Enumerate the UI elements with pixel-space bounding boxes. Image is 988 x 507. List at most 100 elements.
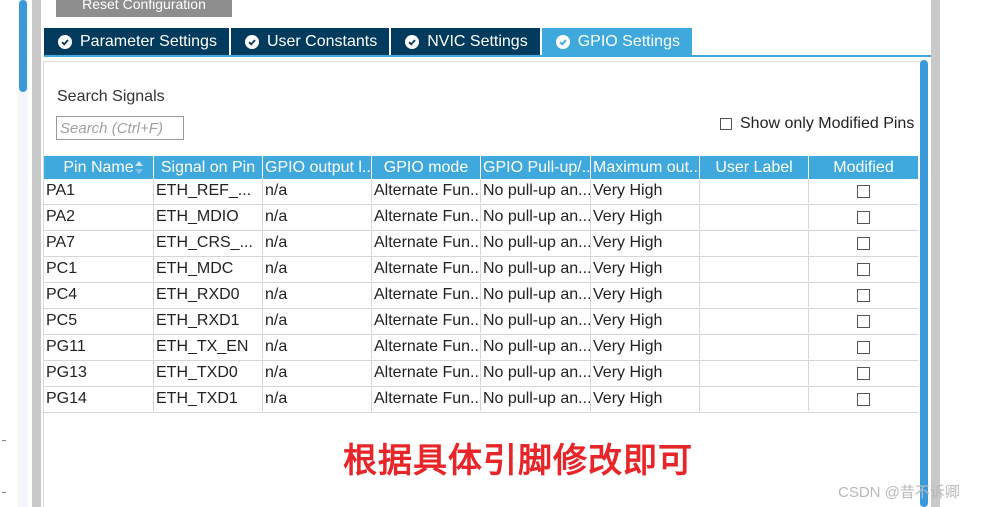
table-cell[interactable]: n/a (263, 335, 372, 359)
modified-checkbox[interactable] (857, 210, 870, 224)
modified-checkbox[interactable] (857, 288, 870, 302)
tab-user-constants[interactable]: User Constants (230, 28, 390, 55)
table-cell[interactable] (700, 335, 809, 359)
tab-gpio-settings[interactable]: GPIO Settings (541, 28, 692, 55)
table-cell[interactable]: ETH_MDIO (154, 205, 263, 229)
table-cell[interactable]: Very High (591, 257, 700, 281)
table-cell[interactable]: No pull-up an... (481, 361, 591, 385)
modified-cell[interactable] (809, 257, 918, 281)
modified-checkbox[interactable] (857, 262, 870, 276)
table-cell[interactable]: ETH_REF_... (154, 179, 263, 203)
table-cell[interactable] (700, 361, 809, 385)
table-cell[interactable] (700, 257, 809, 281)
table-cell[interactable]: PA2 (44, 205, 154, 229)
modified-checkbox[interactable] (857, 366, 870, 380)
modified-checkbox[interactable] (857, 184, 870, 198)
modified-checkbox[interactable] (857, 340, 870, 354)
table-cell[interactable]: n/a (263, 231, 372, 255)
table-cell[interactable]: PC5 (44, 309, 154, 333)
table-row[interactable]: PG13 ETH_TXD0 n/a Alternate Fun... No pull-u… (44, 361, 918, 387)
modified-cell[interactable] (809, 283, 918, 307)
table-cell[interactable]: PA1 (44, 179, 154, 203)
table-cell[interactable]: ETH_TXD1 (154, 387, 263, 411)
table-cell[interactable]: n/a (263, 387, 372, 411)
table-row[interactable]: PC1 ETH_MDC n/a Alternate Fun... No pull-up … (44, 257, 918, 283)
table-cell[interactable]: Alternate Fun... (372, 335, 481, 359)
table-row[interactable]: PC4 ETH_RXD0 n/a Alternate Fun... No pull-up… (44, 283, 918, 309)
modified-checkbox[interactable] (857, 392, 870, 406)
modified-checkbox[interactable] (857, 236, 870, 250)
column-header-pull[interactable]: GPIO Pull-up/... (481, 156, 591, 179)
table-cell[interactable]: No pull-up an... (481, 231, 591, 255)
table-cell[interactable]: ETH_TXD0 (154, 361, 263, 385)
table-cell[interactable]: n/a (263, 179, 372, 203)
table-cell[interactable]: n/a (263, 309, 372, 333)
search-input[interactable] (56, 116, 184, 140)
table-cell[interactable]: ETH_RXD1 (154, 309, 263, 333)
table-cell[interactable] (700, 387, 809, 411)
table-cell[interactable]: Alternate Fun... (372, 361, 481, 385)
table-cell[interactable]: Very High (591, 283, 700, 307)
table-cell[interactable]: No pull-up an... (481, 179, 591, 203)
table-cell[interactable]: PG14 (44, 387, 154, 411)
table-cell[interactable] (700, 205, 809, 229)
table-cell[interactable]: Alternate Fun... (372, 179, 481, 203)
tab-nvic-settings[interactable]: NVIC Settings (391, 28, 540, 55)
table-cell[interactable]: ETH_RXD0 (154, 283, 263, 307)
table-cell[interactable]: Very High (591, 361, 700, 385)
table-cell[interactable]: PG11 (44, 335, 154, 359)
table-row[interactable]: PG11 ETH_TX_EN n/a Alternate Fun... No pull-… (44, 335, 918, 361)
table-cell[interactable]: Very High (591, 205, 700, 229)
table-cell[interactable]: Alternate Fun... (372, 387, 481, 411)
table-cell[interactable]: n/a (263, 257, 372, 281)
show-modified-checkbox[interactable] (720, 118, 732, 130)
table-row[interactable]: PC5 ETH_RXD1 n/a Alternate Fun... No pull-up… (44, 309, 918, 335)
column-header-user-label[interactable]: User Label (700, 156, 809, 179)
table-cell[interactable]: Very High (591, 179, 700, 203)
modified-cell[interactable] (809, 309, 918, 333)
table-cell[interactable]: Alternate Fun... (372, 205, 481, 229)
table-cell[interactable]: Very High (591, 335, 700, 359)
table-cell[interactable]: Very High (591, 387, 700, 411)
table-row[interactable]: PA2 ETH_MDIO n/a Alternate Fun... No pull-up… (44, 205, 918, 231)
column-header-max-output[interactable]: Maximum out... (591, 156, 700, 179)
table-cell[interactable]: No pull-up an... (481, 309, 591, 333)
table-row[interactable]: PG14 ETH_TXD1 n/a Alternate Fun... No pull-u… (44, 387, 918, 413)
table-cell[interactable]: No pull-up an... (481, 335, 591, 359)
modified-cell[interactable] (809, 335, 918, 359)
column-header-pin-name[interactable]: Pin Name (44, 156, 154, 179)
table-cell[interactable]: PA7 (44, 231, 154, 255)
table-cell[interactable] (700, 231, 809, 255)
table-cell[interactable]: PC1 (44, 257, 154, 281)
table-cell[interactable]: No pull-up an... (481, 283, 591, 307)
table-cell[interactable]: Alternate Fun... (372, 283, 481, 307)
table-cell[interactable]: PC4 (44, 283, 154, 307)
column-header-modified[interactable]: Modified (809, 156, 918, 179)
table-cell[interactable]: No pull-up an... (481, 257, 591, 281)
table-cell[interactable]: No pull-up an... (481, 387, 591, 411)
table-cell[interactable]: Very High (591, 231, 700, 255)
modified-cell[interactable] (809, 361, 918, 385)
tab-parameter-settings[interactable]: Parameter Settings (44, 28, 229, 55)
table-cell[interactable]: No pull-up an... (481, 205, 591, 229)
table-row[interactable]: PA1 ETH_REF_... n/a Alternate Fun... No pull… (44, 179, 918, 205)
sort-icon[interactable] (135, 161, 143, 174)
modified-cell[interactable] (809, 179, 918, 203)
table-cell[interactable] (700, 309, 809, 333)
column-header-signal[interactable]: Signal on Pin (154, 156, 263, 179)
table-cell[interactable]: Alternate Fun... (372, 309, 481, 333)
show-modified-pins-toggle[interactable]: Show only Modified Pins (720, 115, 914, 133)
table-cell[interactable]: Very High (591, 309, 700, 333)
table-cell[interactable]: ETH_MDC (154, 257, 263, 281)
table-cell[interactable]: n/a (263, 283, 372, 307)
table-cell[interactable]: Alternate Fun... (372, 231, 481, 255)
table-cell[interactable]: n/a (263, 361, 372, 385)
column-header-gpio-output[interactable]: GPIO output l... (263, 156, 372, 179)
left-scrollbar-thumb[interactable] (19, 0, 27, 92)
table-cell[interactable]: PG13 (44, 361, 154, 385)
modified-checkbox[interactable] (857, 314, 870, 328)
table-row[interactable]: PA7 ETH_CRS_... n/a Alternate Fun... No pull… (44, 231, 918, 257)
table-cell[interactable]: ETH_CRS_... (154, 231, 263, 255)
modified-cell[interactable] (809, 205, 918, 229)
table-cell[interactable] (700, 179, 809, 203)
